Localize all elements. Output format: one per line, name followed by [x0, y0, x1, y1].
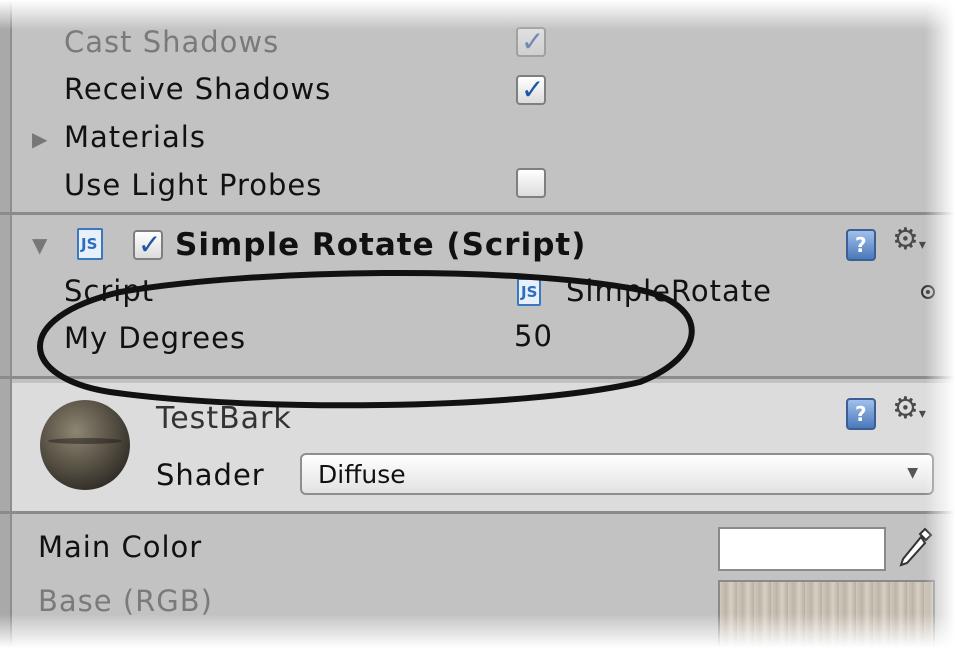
- base-rgb-label: Base (RGB): [38, 584, 213, 618]
- receive-shadows-label: Receive Shadows: [64, 72, 332, 106]
- receive-shadows-checkbox[interactable]: ✓: [516, 73, 546, 106]
- js-file-icon: JS: [77, 228, 103, 260]
- js-file-icon-text: JS: [81, 235, 98, 253]
- check-icon: ✓: [521, 73, 545, 106]
- expand-arrow-icon[interactable]: ▶: [32, 127, 47, 151]
- gear-icon[interactable]: ⚙▾: [892, 222, 926, 257]
- fade-edge: [0, 0, 955, 30]
- use-light-probes-checkbox[interactable]: [516, 168, 546, 198]
- js-file-icon: JS: [517, 278, 541, 306]
- fade-edge: [0, 614, 955, 648]
- main-color-label: Main Color: [38, 530, 203, 564]
- help-icon[interactable]: ?: [846, 398, 876, 430]
- script-field-value[interactable]: SimpleRotate: [566, 274, 772, 308]
- shader-dropdown-value: Diffuse: [318, 460, 406, 489]
- script-field-label: Script: [64, 274, 155, 308]
- panel-left-edge: [0, 0, 12, 648]
- js-file-icon-text: JS: [521, 283, 538, 301]
- chevron-down-icon: ▼: [907, 465, 918, 481]
- my-degrees-label: My Degrees: [64, 321, 247, 355]
- shader-dropdown[interactable]: Diffuse ▼: [300, 453, 934, 495]
- use-light-probes-label: Use Light Probes: [64, 168, 323, 202]
- collapse-arrow-icon[interactable]: ▼: [32, 233, 47, 257]
- check-icon: ✓: [138, 228, 162, 261]
- material-name: TestBark: [156, 401, 292, 436]
- help-icon-glyph: ?: [855, 233, 867, 257]
- inspector-panel: Cast Shadows ✓ Receive Shadows ✓ ▶ Mater…: [0, 0, 955, 648]
- component-divider: [0, 376, 955, 379]
- help-icon[interactable]: ?: [846, 229, 876, 261]
- fade-edge: [925, 0, 955, 648]
- materials-foldout[interactable]: Materials: [64, 120, 206, 154]
- material-preview-sphere: [40, 400, 130, 490]
- gear-icon[interactable]: ⚙▾: [892, 391, 926, 426]
- main-color-swatch[interactable]: [718, 527, 886, 571]
- component-divider: [0, 511, 955, 514]
- gear-icon-glyph: ⚙: [892, 222, 919, 257]
- help-icon-glyph: ?: [855, 402, 867, 426]
- shader-label: Shader: [156, 458, 265, 492]
- component-title: Simple Rotate (Script): [175, 227, 587, 263]
- my-degrees-field[interactable]: 50: [514, 319, 553, 353]
- component-divider: [0, 212, 955, 215]
- cast-shadows-label: Cast Shadows: [64, 25, 280, 59]
- cast-shadows-checkbox[interactable]: ✓: [516, 25, 546, 58]
- script-enabled-checkbox[interactable]: ✓: [133, 228, 163, 261]
- gear-icon-glyph: ⚙: [892, 391, 919, 426]
